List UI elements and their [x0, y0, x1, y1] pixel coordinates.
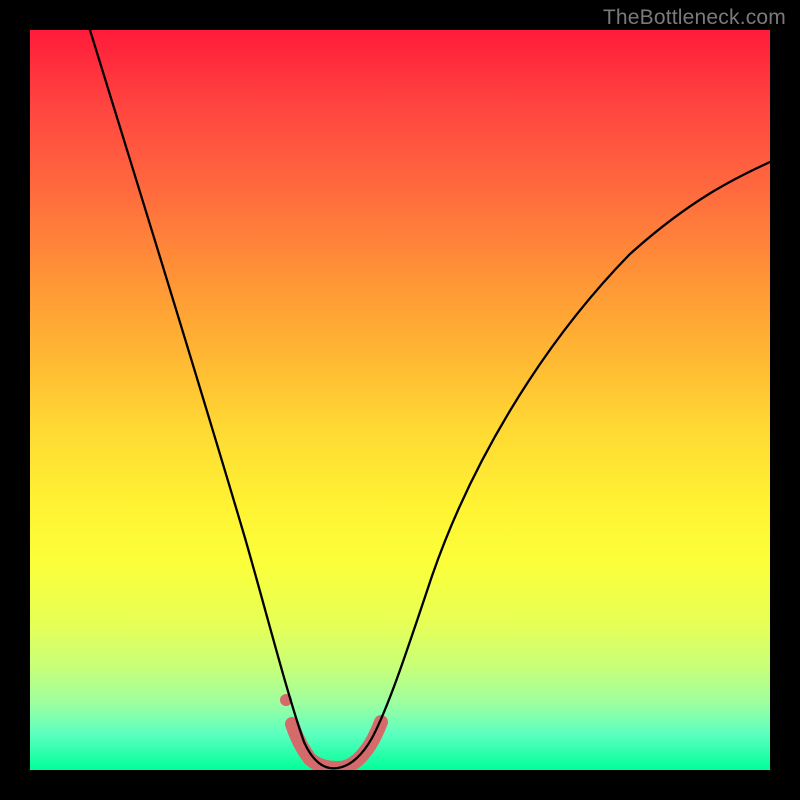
bottleneck-curve	[90, 30, 770, 768]
bottleneck-plot	[30, 30, 770, 770]
chart-area	[30, 30, 770, 770]
watermark-text: TheBottleneck.com	[603, 6, 786, 30]
